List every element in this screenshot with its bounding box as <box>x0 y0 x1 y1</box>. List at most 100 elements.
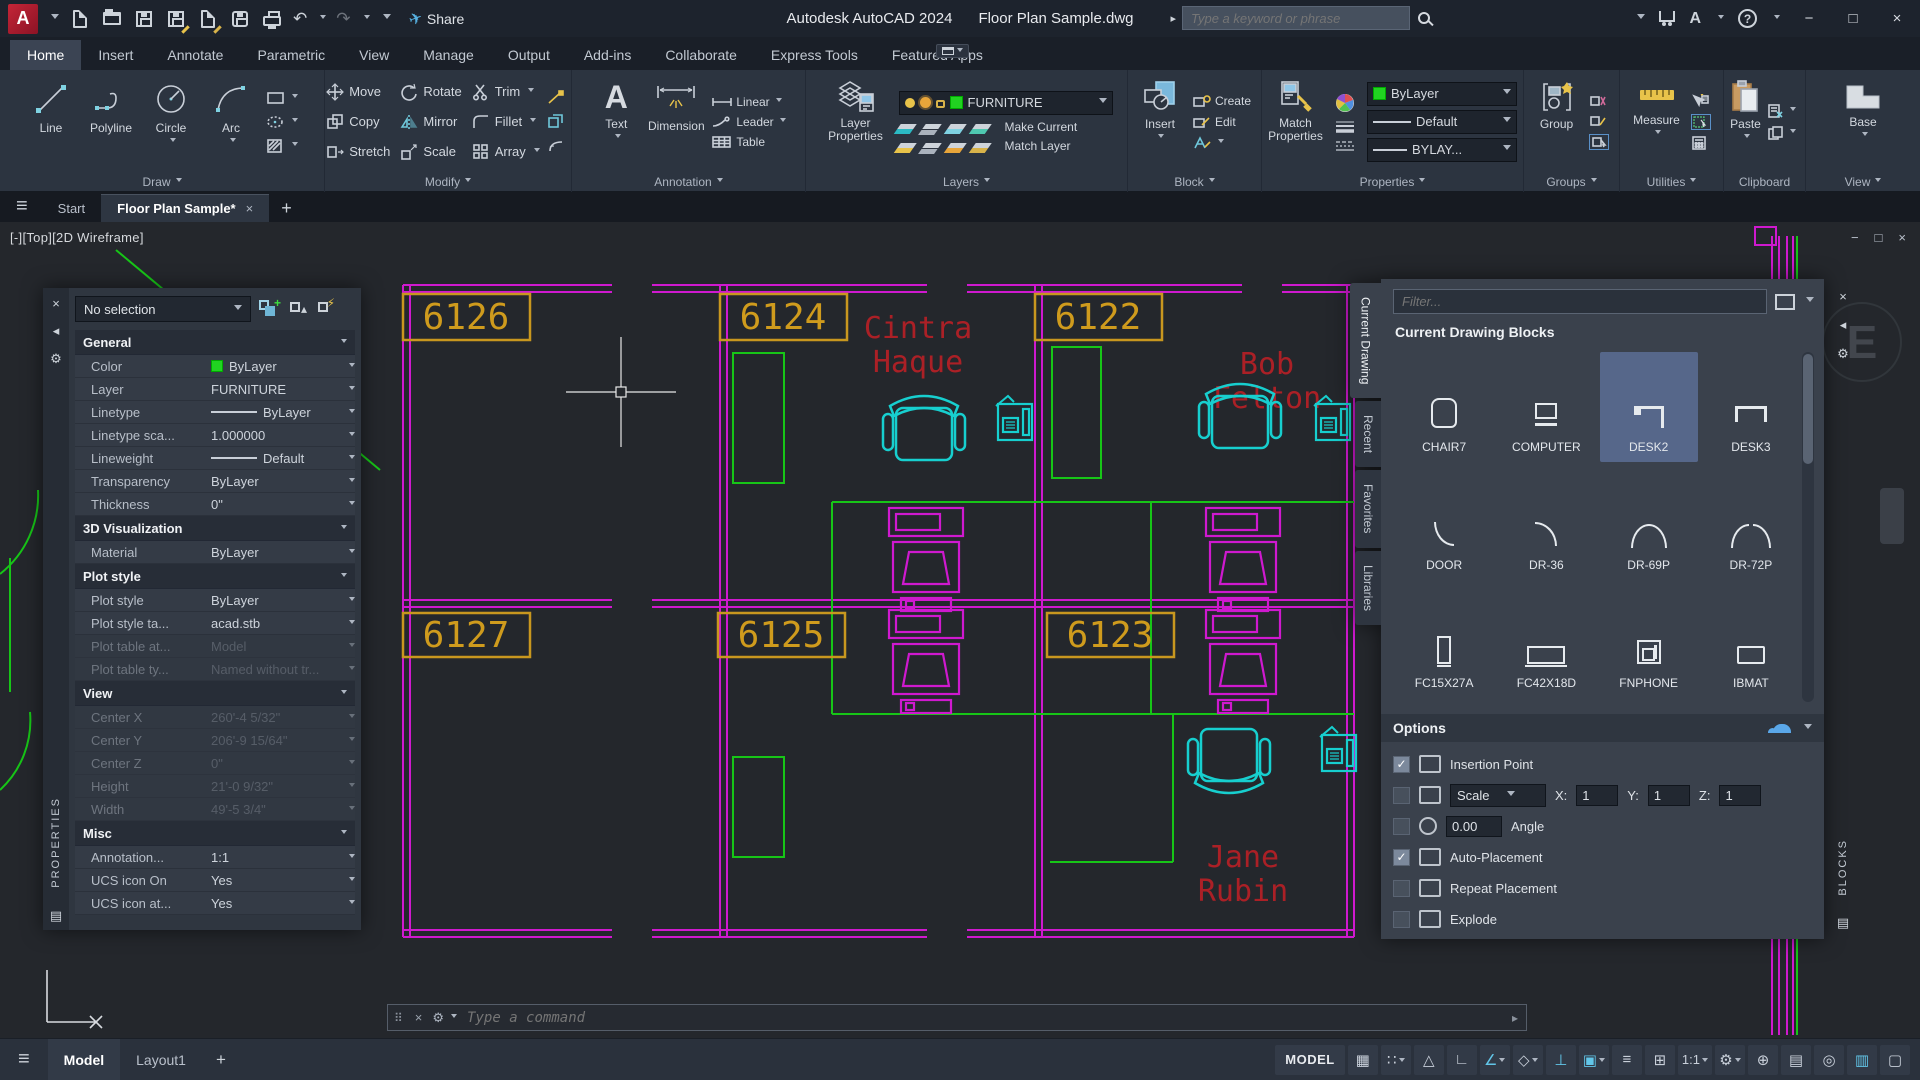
text-button[interactable]: A Text <box>587 74 645 170</box>
block-panel-footer[interactable]: Block <box>1128 171 1261 192</box>
cut-button[interactable] <box>1768 104 1796 118</box>
edit-block-button[interactable]: Edit <box>1192 115 1251 129</box>
measure-button[interactable]: Measure <box>1629 74 1685 170</box>
view-panel-footer[interactable]: View <box>1806 171 1920 192</box>
blocks-scrollbar-thumb[interactable] <box>1803 354 1813 464</box>
leader-button[interactable]: Leader <box>711 115 785 129</box>
repeat-placement-option[interactable]: Repeat Placement <box>1393 876 1814 900</box>
layer-isolate-icon[interactable] <box>922 124 942 129</box>
blocks-palette-tab[interactable]: Recent <box>1355 401 1381 467</box>
quick-select-icon[interactable]: ⚡ <box>315 300 335 318</box>
ribbon-tab[interactable]: Add-ins <box>567 40 648 70</box>
property-row[interactable]: View <box>75 681 355 706</box>
doc-restore-icon[interactable]: □ <box>1875 230 1883 245</box>
undo-caret-icon[interactable] <box>320 15 326 22</box>
scale-dropdown[interactable]: Scale <box>1450 784 1546 807</box>
quick-calc-button[interactable] <box>1691 136 1711 150</box>
modify-panel-footer[interactable]: Modify <box>325 171 571 192</box>
layout1-tab[interactable]: Layout1 <box>120 1039 202 1080</box>
ribbon-tab[interactable]: Output <box>491 40 567 70</box>
search-options-caret-icon[interactable] <box>1637 14 1645 23</box>
qat-customize-caret-icon[interactable] <box>383 14 391 23</box>
scale-checkbox[interactable] <box>1393 787 1410 804</box>
property-row[interactable]: Center X 260'-4 5/32" <box>75 706 355 729</box>
annotation-panel-footer[interactable]: Annotation <box>572 171 805 192</box>
ribbon-tab[interactable]: Manage <box>406 40 491 70</box>
blocks-palette-tab[interactable]: Favorites <box>1355 470 1381 547</box>
utilities-panel-footer[interactable]: Utilities <box>1620 171 1723 192</box>
linetype-icon[interactable] <box>1334 140 1356 152</box>
rotation-input[interactable] <box>1446 816 1502 837</box>
repeat-placement-checkbox[interactable] <box>1393 880 1410 897</box>
object-snap-tracking-icon[interactable]: ⊥ <box>1546 1045 1576 1075</box>
block-tile[interactable]: IBMAT <box>1702 588 1800 698</box>
clipboard-panel-footer[interactable]: Clipboard <box>1724 171 1805 192</box>
array-button[interactable]: Array <box>472 143 540 161</box>
layer-properties-button[interactable]: Layer Properties <box>821 74 891 170</box>
explode-option[interactable]: Explode <box>1393 907 1814 931</box>
circle-caret-icon[interactable] <box>170 138 176 145</box>
insert-options-icon[interactable] <box>1775 294 1795 310</box>
ellipse-caret-icon[interactable] <box>292 118 298 125</box>
blocks-palette-tab[interactable]: Current Drawing <box>1350 283 1381 398</box>
paste-caret-icon[interactable] <box>1744 134 1750 141</box>
layer-unisolate-icon[interactable] <box>897 143 917 148</box>
property-row[interactable]: Plot style <box>75 564 355 589</box>
property-row[interactable]: 3D Visualization <box>75 516 355 541</box>
property-row[interactable]: Transparency ByLayer <box>75 470 355 493</box>
cut-caret-icon[interactable] <box>1790 107 1796 114</box>
arc-button[interactable]: Arc <box>202 74 260 170</box>
color-wheel-icon[interactable] <box>1334 92 1356 114</box>
auto-placement-option[interactable]: ✓ Auto-Placement <box>1393 845 1814 869</box>
paste-button[interactable]: Paste <box>1730 74 1762 170</box>
groups-panel-footer[interactable]: Groups <box>1524 171 1619 192</box>
computer-block[interactable] <box>889 508 963 611</box>
create-block-button[interactable]: Create <box>1192 94 1251 108</box>
erase-button[interactable] <box>546 90 566 106</box>
doc-minimize-icon[interactable]: − <box>1851 230 1859 245</box>
lineweight-dropdown[interactable]: Default <box>1367 110 1517 134</box>
fillet-caret-icon[interactable] <box>530 118 536 125</box>
layers-panel-footer[interactable]: Layers <box>806 171 1127 192</box>
block-tile[interactable]: FNPHONE <box>1600 588 1698 698</box>
linear-caret-icon[interactable] <box>776 98 782 105</box>
attributes-caret-icon[interactable] <box>1218 139 1224 146</box>
help-icon[interactable]: ? <box>1738 9 1757 28</box>
rotate-button[interactable]: Rotate <box>400 83 461 101</box>
graphics-performance-icon[interactable]: ▥ <box>1847 1045 1877 1075</box>
property-row[interactable]: Plot style ta... acad.stb <box>75 612 355 635</box>
scale-option[interactable]: Scale X: Y: Z: <box>1393 783 1814 807</box>
insert-block-button[interactable]: Insert <box>1134 74 1186 170</box>
ribbon-tab[interactable]: Home <box>10 40 81 70</box>
ribbon-tab[interactable]: View <box>342 40 406 70</box>
ribbon-tab[interactable]: Parametric <box>240 40 342 70</box>
block-tile[interactable]: CHAIR7 <box>1395 352 1493 462</box>
layer-walk-icon[interactable] <box>972 143 992 148</box>
properties-close-icon[interactable]: × <box>52 296 60 311</box>
open-file-icon[interactable] <box>101 9 123 29</box>
search-expand-icon[interactable]: ▸ <box>1170 12 1176 25</box>
isolate-objects-icon[interactable]: ◎ <box>1814 1045 1844 1075</box>
help-search-input[interactable] <box>1182 6 1410 30</box>
scale-y-input[interactable] <box>1648 785 1690 806</box>
new-drawing-tab-button[interactable]: + <box>269 198 304 222</box>
explode-button[interactable] <box>546 114 566 130</box>
property-row[interactable]: Width 49'-5 3/4" <box>75 798 355 821</box>
block-tile[interactable]: FC42X18D <box>1497 588 1595 698</box>
autocad-logo-icon[interactable]: A <box>8 4 38 34</box>
property-row[interactable]: UCS icon at... Yes <box>75 892 355 915</box>
match-layer-button[interactable]: Match Layer <box>1005 139 1071 153</box>
copy-button[interactable]: Copy <box>326 113 390 131</box>
copy-clip-caret-icon[interactable] <box>1790 129 1796 136</box>
redo-icon[interactable]: ↷ <box>336 10 350 27</box>
table-button[interactable]: Table <box>711 135 785 149</box>
doc-close-icon[interactable]: × <box>1898 230 1906 245</box>
sign-in-icon[interactable]: A <box>1689 10 1701 28</box>
navigation-bar[interactable] <box>1880 488 1904 544</box>
insertion-point-option[interactable]: ✓ Insertion Point <box>1393 752 1814 776</box>
snap-mode-icon[interactable]: ∷ <box>1381 1045 1411 1075</box>
scale-z-input[interactable] <box>1719 785 1761 806</box>
property-row[interactable]: Linetype sca... 1.000000 <box>75 424 355 447</box>
drawing-tab[interactable]: Floor Plan Sample* × <box>101 194 269 222</box>
block-tile[interactable]: DESK2 <box>1600 352 1698 462</box>
